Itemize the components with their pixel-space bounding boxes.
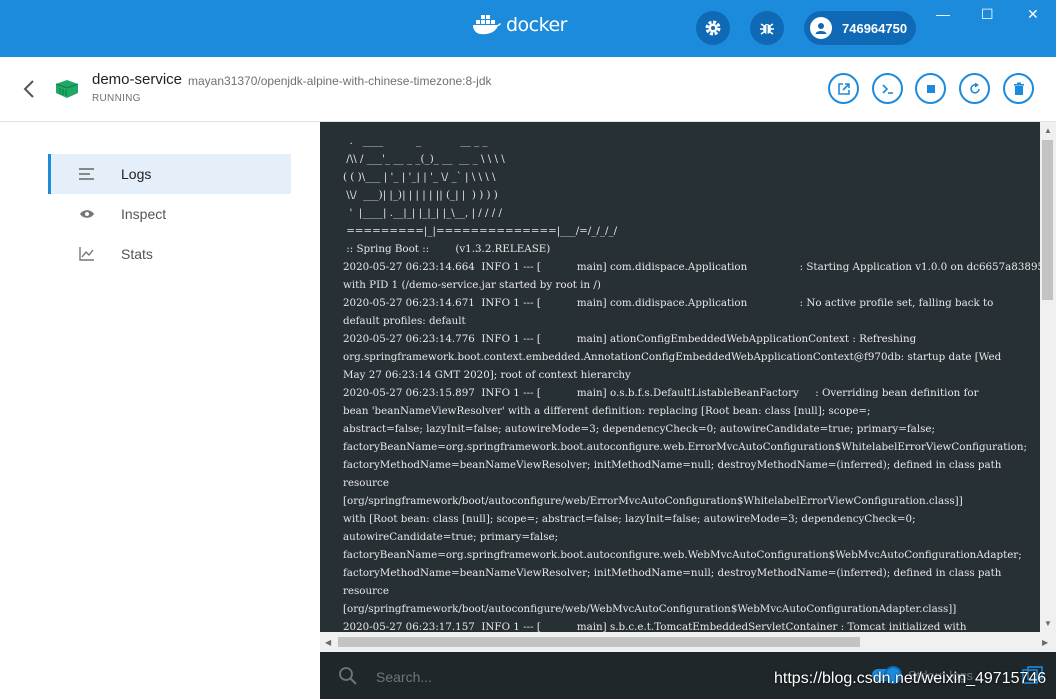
horizontal-scroll-thumb[interactable] [338,637,860,647]
log-line: factoryBeanName=org.springframework.boot… [343,549,1022,561]
scroll-left-icon[interactable]: ◀ [325,638,331,647]
log-line: [org/springframework/boot/autoconfigure/… [343,603,957,615]
scroll-up-icon[interactable]: ▲ [1044,126,1052,135]
log-line: resource [343,585,389,597]
stop-button[interactable] [915,73,946,104]
log-line: ( ( )\___ | '_ | '_| | '_ \/ _` | \ \ \ … [343,171,496,183]
scroll-down-icon[interactable]: ▼ [1044,619,1052,628]
log-line: =========|_|==============|___/=/_/_/_/ [343,225,618,237]
eye-icon [79,206,95,222]
delete-icon [1013,82,1024,95]
whale-icon [473,15,501,35]
account-id: 746964750 [842,20,908,36]
cli-button[interactable] [872,73,903,104]
logs-icon [79,166,95,182]
log-line: with [Root bean: class [null]; scope=; a… [343,513,916,525]
bug-icon [760,23,774,35]
maximize-button[interactable]: ☐ [981,6,994,23]
top-bar: docker 746964750 — ☐ ✕ [0,0,1056,57]
watermark: https://blog.csdn.net/weixin_49715746 [774,670,1047,687]
sidebar-item-stats[interactable]: Stats [48,234,288,274]
log-line: [org/springframework/boot/autoconfigure/… [343,495,963,507]
log-console[interactable]: . ____ _ __ _ _ /\\ / ___'_ __ _ _(_)_ _… [320,122,1040,632]
back-button[interactable] [22,79,36,104]
container-image: mayan31370/openjdk-alpine-with-chinese-t… [188,74,492,88]
log-line: 2020-05-27 06:23:17.157 INFO 1 --- [ mai… [343,621,967,632]
log-line: resource [343,477,389,489]
avatar-icon [810,17,832,39]
chevron-left-icon [23,80,34,98]
docker-logo: docker [472,14,567,36]
log-line: with PID 1 (/demo-service.jar started by… [343,279,601,291]
stop-icon [926,84,935,93]
log-line: bean 'beanNameViewResolver' with a diffe… [343,405,871,417]
log-line: 2020-05-27 06:23:14.664 INFO 1 --- [ mai… [343,261,1040,273]
log-line: 2020-05-27 06:23:14.671 INFO 1 --- [ mai… [343,297,994,309]
log-line: abstract=false; lazyInit=false; autowire… [343,423,935,435]
search-icon [338,666,358,691]
vertical-scrollbar[interactable]: ▲ ▼ [1040,122,1056,632]
log-line: /\\ / ___'_ __ _ _(_)_ __ __ _ \ \ \ \ [343,153,505,165]
close-window-button[interactable]: ✕ [1027,6,1039,23]
open-in-browser-button[interactable] [828,73,859,104]
account-button[interactable]: 746964750 [804,11,916,45]
search-input[interactable] [374,666,758,688]
container-name: demo-service [92,71,183,88]
open-in-browser-icon [837,82,850,95]
sidebar-item-logs[interactable]: Logs [48,154,291,194]
restart-button[interactable] [959,73,990,104]
minimize-button[interactable]: — [936,6,950,22]
scroll-right-icon[interactable]: ▶ [1042,638,1048,647]
log-line: \\/ ___)| |_)| | | | | || (_| | ) ) ) ) [343,189,498,201]
log-line: 2020-05-27 06:23:15.897 INFO 1 --- [ mai… [343,387,979,399]
log-line: May 27 06:23:14 GMT 2020]; root of conte… [343,369,631,381]
log-line: factoryMethodName=beanNameViewResolver; … [343,459,1002,471]
log-line: factoryMethodName=beanNameViewResolver; … [343,567,1002,579]
sidebar-item-label: Stats [121,246,153,262]
cli-icon [881,83,893,94]
sidebar-item-label: Inspect [121,206,167,222]
gear-icon [705,20,721,36]
sidebar-item-inspect[interactable]: Inspect [48,194,288,234]
status-badge: RUNNING [92,93,141,104]
container-header: demo-service mayan31370/openjdk-alpine-w… [0,57,1056,122]
log-line: factoryBeanName=org.springframework.boot… [343,441,1027,453]
log-line: 2020-05-27 06:23:14.776 INFO 1 --- [ mai… [343,333,917,345]
log-line: autowireCandidate=true; primary=false; [343,531,559,543]
horizontal-scrollbar[interactable]: ◀ ▶ [320,632,1056,652]
restart-icon [969,82,980,94]
log-output: . ____ _ __ _ _ /\\ / ___'_ __ _ _(_)_ _… [320,122,1040,632]
log-line: :: Spring Boot :: (v1.3.2.RELEASE) [343,243,551,255]
settings-button[interactable] [696,11,730,45]
logo-text: docker [506,14,567,36]
log-line: org.springframework.boot.context.embedde… [343,351,1002,363]
vertical-scroll-thumb[interactable] [1042,140,1053,300]
sidebar-item-label: Logs [121,166,152,182]
stats-icon [79,246,95,262]
log-line: default profiles: default [343,315,466,327]
delete-button[interactable] [1003,73,1034,104]
troubleshoot-button[interactable] [750,11,784,45]
log-line: . ____ _ __ _ _ [343,135,488,147]
container-icon [55,80,79,103]
log-line: ' |____| .__|_| |_|_| |_\__, | / / / / [343,207,503,219]
